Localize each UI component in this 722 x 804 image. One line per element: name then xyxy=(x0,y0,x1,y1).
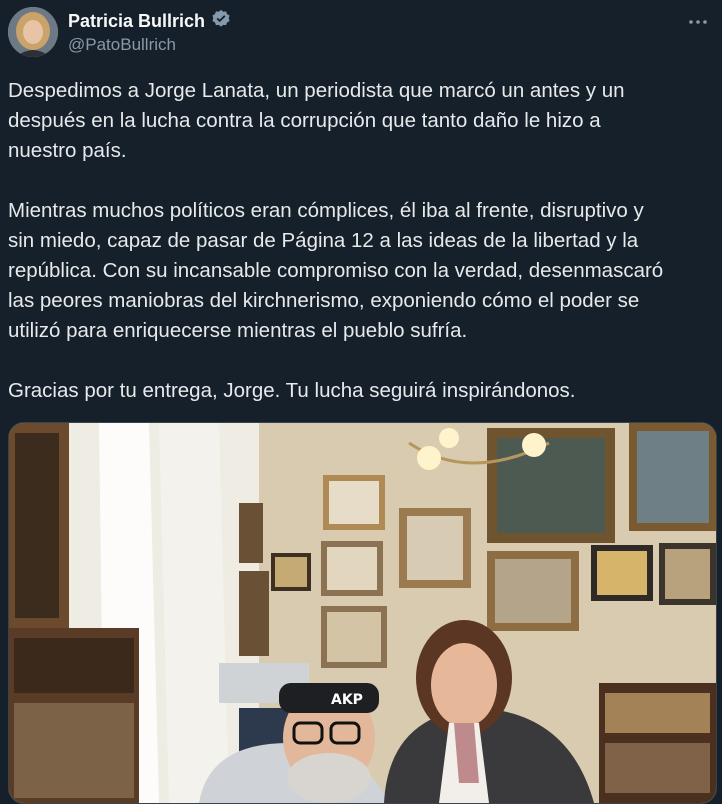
more-icon xyxy=(689,20,707,24)
display-name[interactable]: Patricia Bullrich xyxy=(68,11,205,32)
user-handle[interactable]: @PatoBullrich xyxy=(68,35,176,55)
photo-image: AKP xyxy=(9,423,716,803)
tweet-photo[interactable]: AKP xyxy=(8,422,717,804)
more-options-button[interactable] xyxy=(686,10,710,34)
headband-text: AKP xyxy=(331,692,363,708)
avatar[interactable] xyxy=(8,7,58,57)
verified-badge-icon xyxy=(211,9,231,34)
tweet-header: Patricia Bullrich @PatoBullrich xyxy=(0,0,722,70)
tweet-text: Despedimos a Jorge Lanata, un periodista… xyxy=(8,79,664,402)
